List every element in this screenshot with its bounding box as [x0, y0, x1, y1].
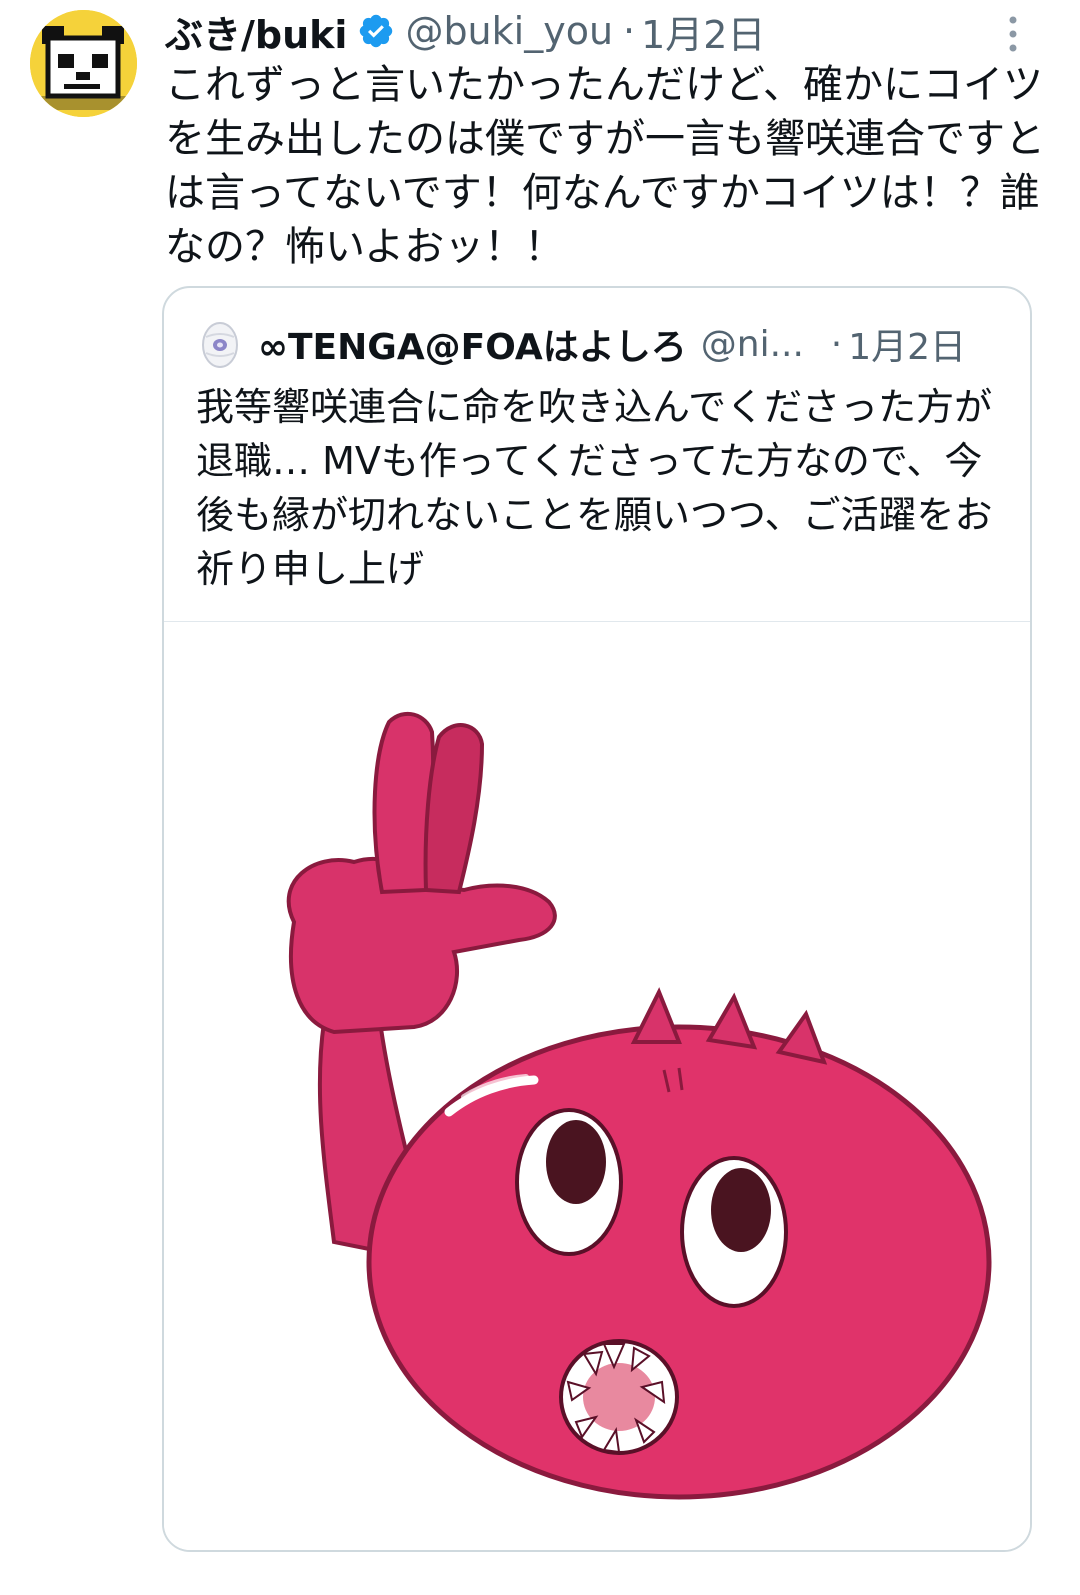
- user-avatar[interactable]: [30, 10, 137, 117]
- pixel-panda-avatar-icon: [30, 10, 137, 117]
- separator-dot: ·: [623, 9, 636, 53]
- egg-avatar-icon[interactable]: [200, 319, 240, 369]
- quoted-tweet-text: 我等響咲連合に命を吹き込んでくださった方が退職… MVも作ってくださってた方なの…: [196, 385, 993, 591]
- tweet[interactable]: ぶき/buki @buki_you · 1月2日 これずっと言いたかったんだけど…: [0, 0, 1080, 1595]
- tweet-header: ぶき/buki @buki_you · 1月2日: [165, 4, 765, 58]
- quoted-user-handle[interactable]: @ni...: [701, 324, 811, 365]
- quoted-display-name[interactable]: ∞TENGA@FOAはよしろ: [258, 318, 687, 370]
- verified-badge-icon: [357, 12, 395, 50]
- more-options-icon[interactable]: [1006, 14, 1020, 54]
- display-name[interactable]: ぶき/buki: [165, 4, 347, 59]
- quoted-tweet[interactable]: ∞TENGA@FOAはよしろ @ni... · 1月2日 我等響咲連合に命を吹き…: [162, 286, 1032, 1552]
- quoted-tweet-date[interactable]: 1月2日: [848, 318, 966, 370]
- pink-blob-character-image[interactable]: [164, 622, 1030, 1550]
- tweet-text: これずっと言いたかったんだけど、確かにコイツを生み出したのは僕ですが一言も響咲連…: [165, 62, 1045, 270]
- quoted-tweet-header: ∞TENGA@FOAはよしろ @ni... · 1月2日: [200, 316, 1000, 372]
- user-handle[interactable]: @buki_you: [405, 9, 613, 53]
- tweet-date[interactable]: 1月2日: [641, 4, 765, 59]
- quoted-separator-dot: ·: [830, 323, 843, 365]
